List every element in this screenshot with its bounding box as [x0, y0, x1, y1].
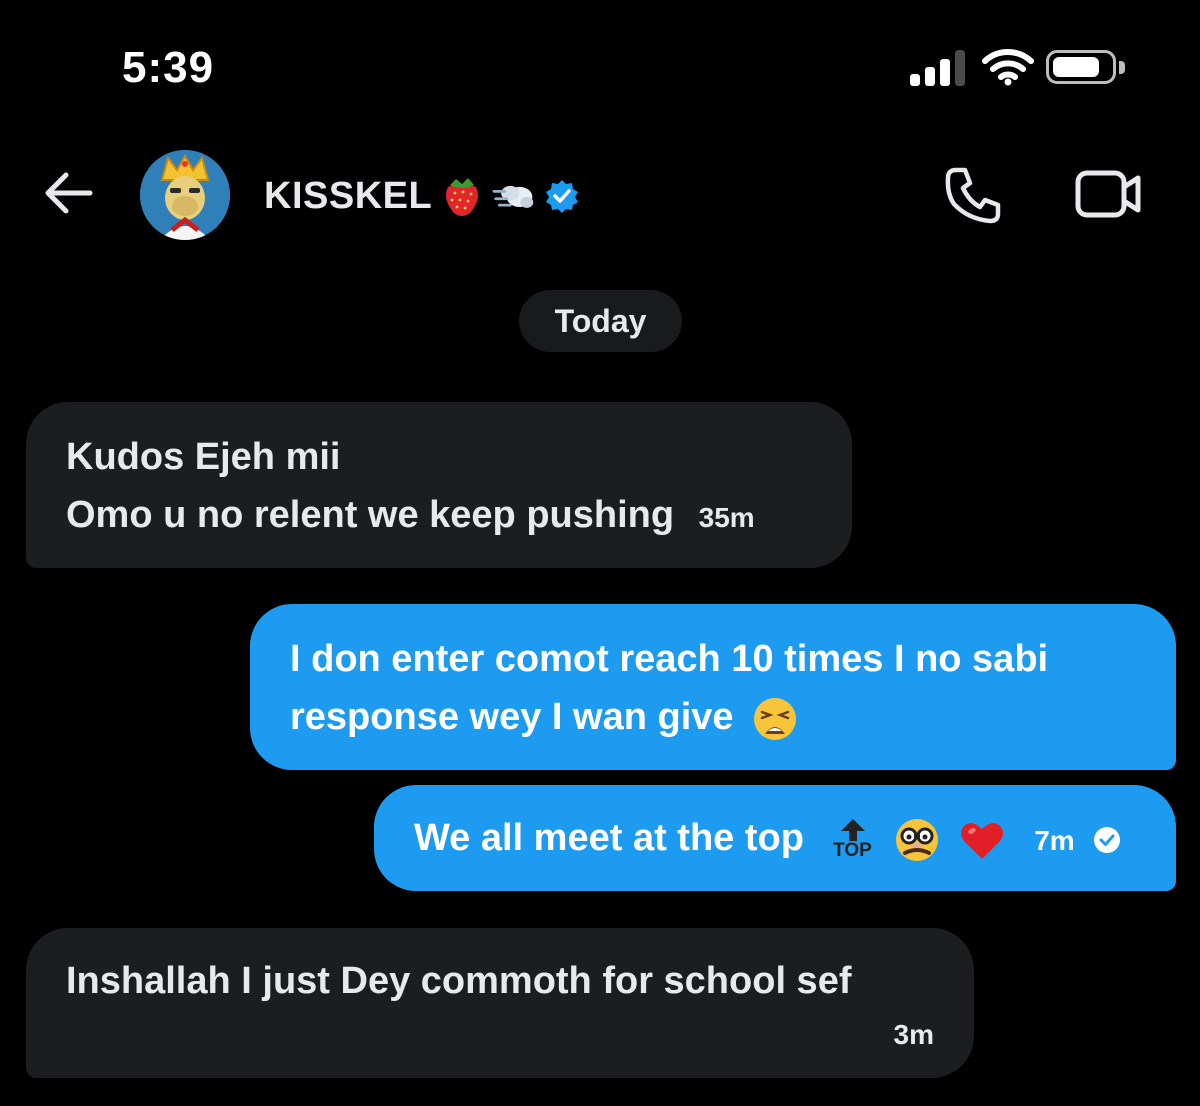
video-call-icon[interactable]: [1074, 168, 1144, 220]
battery-icon: [1046, 50, 1128, 86]
weary-face-icon: [754, 697, 797, 740]
disguised-face-icon: [896, 818, 939, 861]
strawberry-icon: [446, 178, 479, 216]
top-emoji-label: TOP: [833, 839, 872, 861]
red-heart-icon: [960, 823, 1003, 859]
message-text: We all meet at the top: [414, 817, 804, 859]
message-timestamp: 7m: [1034, 825, 1075, 856]
back-arrow-icon[interactable]: [40, 168, 96, 218]
contact-avatar[interactable]: [140, 150, 230, 240]
message-text-line: Omo u no relent we keep pushing: [66, 494, 675, 536]
message-text: Inshallah I just Dey commoth for school …: [66, 960, 852, 1002]
wifi-icon: [982, 49, 1034, 86]
dash-icon: [492, 185, 534, 208]
incoming-message-bubble[interactable]: Kudos Ejeh mii Omo u no relent we keep p…: [26, 402, 852, 568]
outgoing-message-bubble[interactable]: We all meet at the top TOP 7m: [374, 785, 1176, 891]
phone-call-icon[interactable]: [942, 164, 1004, 226]
message-timestamp: 35m: [698, 502, 755, 533]
top-arrow-icon: TOP: [833, 817, 873, 863]
verified-badge-icon: [546, 180, 579, 213]
seen-check-icon: [1094, 826, 1121, 853]
message-text-line: response wey I wan give: [290, 696, 734, 738]
date-separator: Today: [519, 290, 682, 352]
contact-name: KISSKEL: [264, 174, 433, 217]
message-text-line: I don enter comot reach 10 times I no sa…: [290, 638, 1049, 680]
cellular-signal-icon: [910, 50, 966, 86]
contact-name-row[interactable]: KISSKEL: [264, 168, 580, 224]
message-text-line: Kudos Ejeh mii: [66, 436, 341, 478]
message-timestamp: 3m: [893, 1019, 934, 1050]
status-time: 5:39: [122, 43, 215, 92]
incoming-message-bubble[interactable]: Inshallah I just Dey commoth for school …: [26, 928, 974, 1078]
outgoing-message-bubble[interactable]: I don enter comot reach 10 times I no sa…: [250, 604, 1176, 770]
